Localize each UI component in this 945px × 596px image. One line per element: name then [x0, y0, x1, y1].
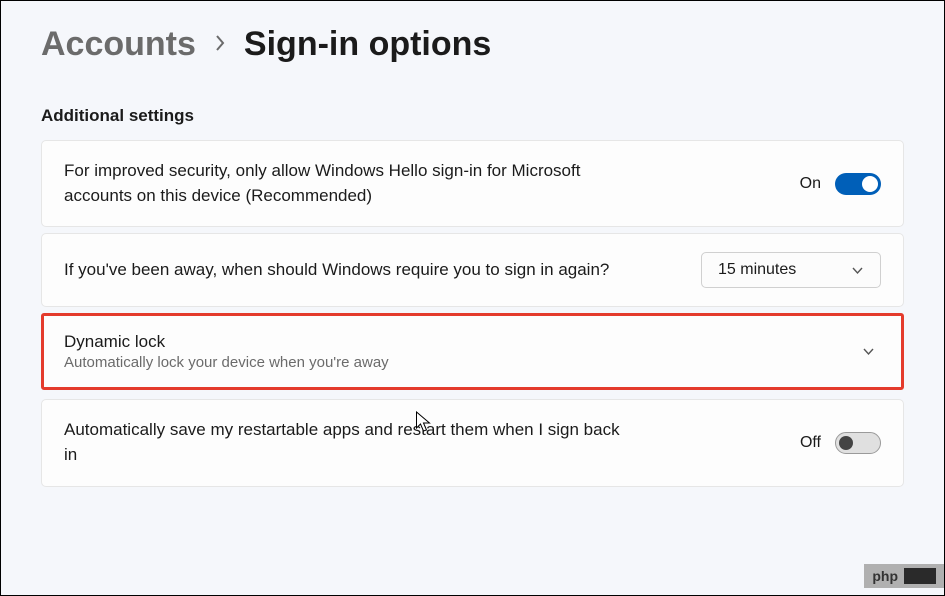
- watermark: php: [864, 564, 944, 588]
- watermark-text: php: [872, 568, 898, 584]
- toggle-windows-hello[interactable]: [835, 173, 881, 195]
- dropdown-value: 15 minutes: [718, 261, 796, 279]
- breadcrumb: Accounts Sign-in options: [41, 25, 904, 64]
- setting-label: If you've been away, when should Windows…: [64, 258, 609, 283]
- watermark-block: [904, 568, 936, 584]
- chevron-down-icon: [851, 264, 864, 277]
- setting-row-restart-apps: Automatically save my restartable apps a…: [41, 399, 904, 486]
- chevron-down-icon: [862, 345, 875, 358]
- setting-label: For improved security, only allow Window…: [64, 159, 634, 208]
- setting-row-windows-hello: For improved security, only allow Window…: [41, 140, 904, 227]
- chevron-right-icon: [214, 32, 226, 58]
- setting-label: Automatically save my restartable apps a…: [64, 418, 634, 467]
- setting-subtitle: Automatically lock your device when you'…: [64, 354, 389, 371]
- dropdown-require-signin[interactable]: 15 minutes: [701, 252, 881, 288]
- setting-row-require-signin: If you've been away, when should Windows…: [41, 233, 904, 307]
- toggle-restart-apps[interactable]: [835, 432, 881, 454]
- section-heading: Additional settings: [41, 106, 904, 126]
- page-title: Sign-in options: [244, 25, 491, 64]
- toggle-state-label: Off: [800, 434, 821, 452]
- setting-title: Dynamic lock: [64, 332, 389, 352]
- setting-row-dynamic-lock[interactable]: Dynamic lock Automatically lock your dev…: [41, 313, 904, 390]
- breadcrumb-parent[interactable]: Accounts: [41, 25, 196, 64]
- toggle-state-label: On: [800, 175, 821, 193]
